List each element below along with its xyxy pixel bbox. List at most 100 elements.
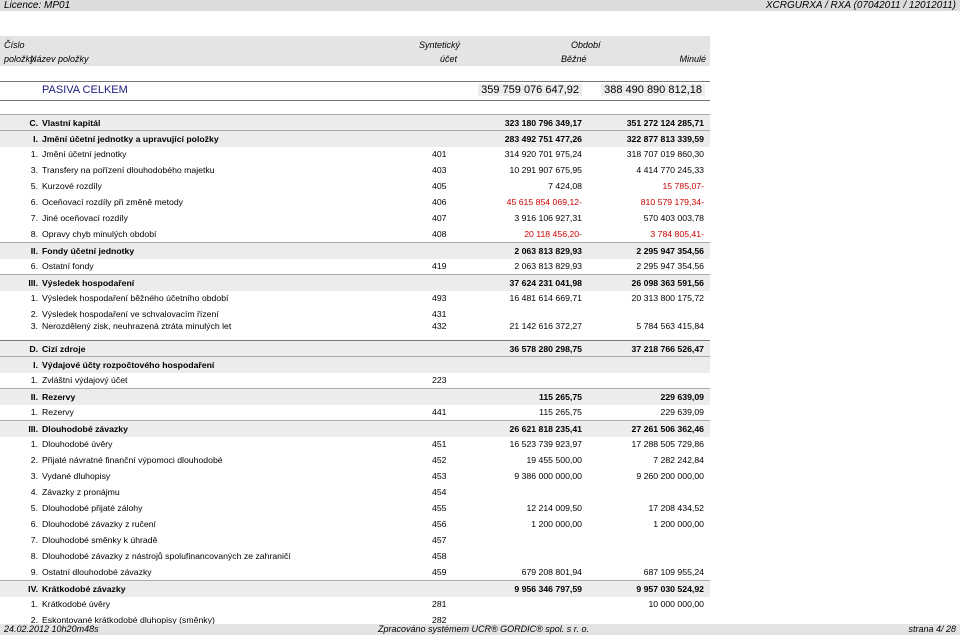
row-bezne: 9 956 346 797,59 <box>514 584 582 594</box>
row-name: Dlouhodobé závazky z nástrojů spolufinan… <box>42 551 291 561</box>
pasiva-minule: 388 490 890 812,18 <box>601 84 705 96</box>
row-account: 403 <box>432 165 447 175</box>
table-row: 1. Dlouhodobé úvěry 451 16 523 739 923,97 17… <box>0 436 710 452</box>
row-minule: 17 288 505 729,86 <box>631 439 704 449</box>
row-bezne: 7 424,08 <box>548 181 582 191</box>
row-name: Dlouhodobé úvěry <box>42 439 113 449</box>
row-account: 454 <box>432 487 447 497</box>
row-name: Vydané dluhopisy <box>42 471 111 481</box>
row-code: I. <box>33 360 38 370</box>
row-account: 459 <box>432 567 447 577</box>
row-bezne: 314 920 701 975,24 <box>504 149 582 159</box>
pasiva-bezne: 359 759 076 647,92 <box>478 84 582 96</box>
row-account: 419 <box>432 261 447 271</box>
header-ucet: účet <box>440 54 458 64</box>
row-minule: 37 218 766 526,47 <box>631 344 704 354</box>
row-code: 7. <box>30 213 38 223</box>
row-name: Výdajové účty rozpočtového hospodaření <box>42 360 215 370</box>
top-bar: Licence: MP01 XCRGURXA / RXA (07042011 /… <box>0 0 960 11</box>
row-code: 3. <box>30 471 38 481</box>
row-name: Cizí zdroje <box>42 344 86 354</box>
row-bezne: 115 265,75 <box>539 407 582 417</box>
table-row: 2. Přijaté návratné finanční výpomoci dlo… <box>0 452 710 468</box>
header-nazev: Název položky <box>30 54 89 64</box>
row-minule: 229 639,09 <box>660 392 704 402</box>
row-bezne: 115 265,75 <box>539 392 582 402</box>
row-bezne: 3 916 106 927,31 <box>514 213 582 223</box>
row-account: 405 <box>432 181 447 191</box>
table-row: 3. Vydané dluhopisy 453 9 386 000 000,00 9 2… <box>0 468 710 484</box>
table-row: II. Fondy účetní jednotky 2 063 813 829,93… <box>0 242 710 259</box>
table-row: 6. Oceňovací rozdíly při změně metody 406 4… <box>0 194 710 210</box>
row-bezne: 2 063 813 829,93 <box>514 261 582 271</box>
row-minule: 687 109 955,24 <box>643 567 704 577</box>
row-bezne: 16 523 739 923,97 <box>509 439 582 449</box>
row-account: 456 <box>432 519 447 529</box>
row-minule: 4 414 770 245,33 <box>636 165 704 175</box>
row-bezne: 1 200 000,00 <box>531 519 582 529</box>
row-code: 5. <box>30 503 38 513</box>
row-minule: 7 282 242,84 <box>653 455 704 465</box>
table-row: C. Vlastní kapitál 323 180 796 349,17 351 2… <box>0 114 710 131</box>
table-row: 8. Dlouhodobé závazky z nástrojů spolufin… <box>0 548 710 564</box>
table-row: 7. Dlouhodobé směnky k úhradě 457 <box>0 532 710 548</box>
row-minule: 570 403 003,78 <box>643 213 704 223</box>
row-name: Výsledek hospodaření <box>42 278 135 288</box>
row-code: II. <box>30 246 38 256</box>
row-account: 408 <box>432 229 447 239</box>
row-code: 8. <box>30 229 38 239</box>
row-code: 1. <box>30 599 38 609</box>
row-code: 1. <box>30 407 38 417</box>
row-bezne: 45 615 854 069,12- <box>506 197 582 207</box>
row-name: Dlouhodobé závazky z ručení <box>42 519 156 529</box>
table-row: 5. Dlouhodobé přijaté zálohy 455 12 214 009… <box>0 500 710 516</box>
row-code: 8. <box>30 551 38 561</box>
row-bezne: 16 481 614 669,71 <box>509 293 582 303</box>
row-name: Krátkodobé úvěry <box>42 599 111 609</box>
row-name: Dlouhodobé závazky <box>42 424 128 434</box>
pasiva-label: PASIVA CELKEM <box>42 84 128 96</box>
table-row: 4. Závazky z pronájmu 454 <box>0 484 710 500</box>
table-row: 3. Transfery na pořízení dlouhodobého maj… <box>0 162 710 178</box>
row-name: Přijaté návratné finanční výpomoci dlouh… <box>42 455 223 465</box>
row-name: Jmění účetní jednotky a upravující polož… <box>42 134 219 144</box>
row-minule: 322 877 813 339,59 <box>626 134 704 144</box>
row-code: 9. <box>30 567 38 577</box>
table-row: 8. Opravy chyb minulých období 408 20 118 4… <box>0 226 710 242</box>
pasiva-total-row: PASIVA CELKEM 359 759 076 647,92 388 490… <box>0 81 710 101</box>
row-code: 6. <box>30 197 38 207</box>
row-minule: 15 785,07- <box>662 181 704 191</box>
row-bezne: 20 118 456,20- <box>524 229 582 239</box>
row-minule: 3 784 805,41- <box>650 229 704 239</box>
table-row: 9. Ostatní dlouhodobé závazky 459 679 208 8… <box>0 564 710 580</box>
row-minule: 9 260 200 000,00 <box>636 471 704 481</box>
row-account: 455 <box>432 503 447 513</box>
row-bezne: 9 386 000 000,00 <box>514 471 582 481</box>
row-bezne: 323 180 796 349,17 <box>504 118 582 128</box>
row-name: Zvláštní výdajový účet <box>42 375 128 385</box>
row-account: 432 <box>432 321 447 331</box>
row-code: 6. <box>30 519 38 529</box>
licence-label: Licence: MP01 <box>4 0 71 11</box>
row-account: 441 <box>432 407 447 417</box>
row-bezne: 26 621 818 235,41 <box>509 424 582 434</box>
row-code: 1. <box>30 439 38 449</box>
table-row: 6. Ostatní fondy 419 2 063 813 829,93 2 295 … <box>0 258 710 274</box>
row-code: 1. <box>30 149 38 159</box>
row-name: Kurzové rozdíly <box>42 181 102 191</box>
report-code: XCRGURXA / RXA (07042011 / 12012011) <box>765 0 956 11</box>
row-code: III. <box>28 424 38 434</box>
row-bezne: 283 492 751 477,26 <box>504 134 582 144</box>
row-code: C. <box>29 118 38 128</box>
row-name: Rezervy <box>42 407 74 417</box>
row-name: Jiné oceňovací rozdíly <box>42 213 128 223</box>
row-minule: 318 707 019 860,30 <box>626 149 704 159</box>
header-obdobi: Období <box>571 40 601 50</box>
table-header: Číslo položky Název položky Syntetický ú… <box>0 36 710 66</box>
table-row: 3. Nerozdělený zisk, neuhrazená ztráta mi… <box>0 318 710 334</box>
row-code: 2. <box>30 455 38 465</box>
footer-system: Zpracováno systémem UCR® GORDIC® spol. s… <box>378 624 589 634</box>
row-name: Nerozdělený zisk, neuhrazená ztráta minu… <box>42 321 232 331</box>
table-row: 1. Krátkodobé úvěry 281 10 000 000,00 <box>0 596 710 612</box>
row-account: 451 <box>432 439 447 449</box>
